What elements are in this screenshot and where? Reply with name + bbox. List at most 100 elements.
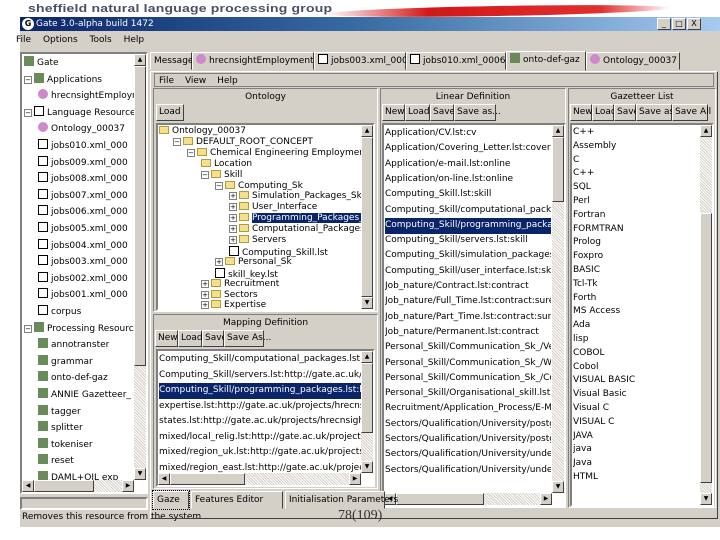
scroll-up-arrow[interactable]: ▲ <box>700 125 712 137</box>
gazetteer-list-item[interactable]: Fortran <box>573 209 699 223</box>
gazetteer-new-button[interactable]: New <box>570 104 593 121</box>
gazetteer-list-item[interactable]: java <box>573 443 699 457</box>
scroll-right-arrow[interactable]: ▶ <box>349 473 361 485</box>
minimize-button[interactable]: _ <box>657 18 671 30</box>
gazetteer-list-item[interactable]: Visual Basic <box>573 388 699 402</box>
tree-expander-icon[interactable]: + <box>229 236 237 244</box>
ontology-tree-item[interactable]: + Simulation_Packages_Sk <box>229 191 362 202</box>
menu-file[interactable]: File <box>16 35 31 45</box>
mapping-vscroll[interactable]: ▲ ▼ <box>361 351 373 473</box>
scroll-right-arrow[interactable]: ▶ <box>540 493 552 505</box>
resource-tree-item[interactable]: Ontology_00037 <box>38 122 125 138</box>
resource-tree-hscroll[interactable]: ◀ ▶ <box>22 480 134 492</box>
linear-load-button[interactable]: Load <box>405 104 430 121</box>
gazetteer-list-item[interactable]: Ada <box>573 319 699 333</box>
gazetteer-save-all-button[interactable]: Save All <box>672 104 711 121</box>
resource-tree-item[interactable]: reset <box>38 454 74 470</box>
ontology-tree-item[interactable]: + User_Interface <box>229 202 317 213</box>
gazetteer-list-item[interactable]: Visual C <box>573 402 699 416</box>
resource-tree-item[interactable]: jobs007.xml_000 <box>38 188 128 205</box>
ontology-tree-item[interactable]: + Programming_Packages_Sk <box>229 213 373 224</box>
scroll-right-arrow[interactable]: ▶ <box>122 480 134 492</box>
mapping-save-as-button[interactable]: Save As... <box>224 330 271 347</box>
gazetteer-list-item[interactable]: Prolog <box>573 236 699 250</box>
resource-tree-item[interactable]: splitter <box>38 421 83 437</box>
resource-tree-vscroll[interactable]: ▲ ▼ <box>134 54 146 480</box>
resource-tree-item[interactable]: jobs006.xml_000 <box>38 205 128 221</box>
resource-tree-item[interactable]: tagger <box>38 404 81 421</box>
linear-list-item[interactable]: Application/e-mail.lst:online <box>385 157 551 173</box>
gazetteer-list-item[interactable]: C <box>573 154 699 168</box>
tree-expander-icon[interactable]: + <box>229 192 237 201</box>
ontology-tree-item[interactable]: − DEFAULT_ROOT_CONCEPT <box>173 136 313 148</box>
tree-expander-icon[interactable]: − <box>215 181 223 190</box>
scroll-down-arrow[interactable]: ▼ <box>700 493 712 505</box>
scroll-down-arrow[interactable]: ▼ <box>361 461 373 473</box>
tree-expander-icon[interactable]: − <box>173 137 181 146</box>
tab-resource[interactable]: jobs010.xml_00063 <box>406 52 511 70</box>
tree-expander-icon[interactable]: + <box>201 279 209 288</box>
scroll-thumb[interactable] <box>361 137 373 297</box>
scroll-left-arrow[interactable]: ◀ <box>22 480 34 492</box>
tab-resource[interactable]: onto-def-gaz <box>506 51 586 71</box>
scroll-down-arrow[interactable]: ▼ <box>361 297 373 309</box>
ontology-tree-item[interactable]: + Personal_Sk <box>215 256 292 268</box>
gazetteer-list-item[interactable]: Tcl-Tk <box>573 278 699 292</box>
gazetteer-save-button[interactable]: Save <box>614 104 639 121</box>
resource-tree-item[interactable]: corpus <box>38 305 81 321</box>
gazetteer-list-item[interactable]: MS Access <box>573 305 699 319</box>
linear-list-item[interactable]: Personal_Skill/Communication_Sk_/Written… <box>385 356 551 372</box>
linear-list-item[interactable]: Application/CV.lst:cv <box>385 126 551 142</box>
mapping-save-button[interactable]: Save <box>202 330 227 347</box>
gazetteer-list-item[interactable]: C++ <box>573 167 699 181</box>
bottom-tab[interactable]: Features Editor <box>191 491 283 509</box>
linear-save-as-button[interactable]: Save as... <box>454 104 501 121</box>
mapping-list-item[interactable]: Computing_Skill/programming_packages.lst… <box>159 383 361 399</box>
linear-list-item[interactable]: Personal_Skill/Communication_Sk_/Verbal. <box>385 340 551 356</box>
tree-expander-icon[interactable]: + <box>215 257 223 266</box>
mapping-list-item[interactable]: states.lst:http://gate.ac.uk/projects/hr… <box>159 414 361 430</box>
scroll-down-arrow[interactable]: ▼ <box>552 481 564 493</box>
scroll-thumb[interactable] <box>361 363 373 433</box>
maximize-button[interactable]: □ <box>672 18 686 30</box>
ontology-tree-item[interactable]: Ontology_00037 <box>159 126 246 137</box>
resource-tree-item[interactable]: jobs010.xml_000 <box>38 139 128 155</box>
ontology-tree-item[interactable]: Location <box>201 158 252 170</box>
tree-expander-icon[interactable]: − <box>201 170 209 179</box>
resource-tree-item[interactable]: jobs008.xml_000 <box>38 172 128 188</box>
linear-new-button[interactable]: New <box>382 104 405 121</box>
gazetteer-list-item[interactable]: Assembly <box>573 140 699 154</box>
tree-expander-icon[interactable]: − <box>24 324 32 333</box>
gazetteer-list-item[interactable]: HTML <box>573 471 699 485</box>
tree-expander-icon[interactable]: − <box>187 148 195 157</box>
mapping-new-button[interactable]: New <box>155 330 178 347</box>
ontology-tree-item[interactable]: + Sectors <box>201 289 258 301</box>
mapping-list-item[interactable]: Computing_Skill/servers.lst:http://gate.… <box>159 368 361 384</box>
linear-list-item[interactable]: Computing_Skill/programming_packages.lst <box>385 217 551 234</box>
resource-tree-item[interactable]: grammar <box>38 354 93 371</box>
resource-tree-item[interactable]: − Applications <box>24 72 102 89</box>
close-button[interactable]: X <box>687 18 701 30</box>
resource-tree-item[interactable]: jobs009.xml_000 <box>38 155 128 172</box>
resource-tree-item[interactable]: ANNIE Gazetteer_ <box>38 388 131 404</box>
gazetteer-list-item[interactable]: FORMTRAN <box>573 223 699 237</box>
gazetteer-list-item[interactable]: lisp <box>573 333 699 347</box>
resource-tree-item[interactable]: jobs005.xml_000 <box>38 222 128 238</box>
ontology-tree-item[interactable]: + Expertise <box>201 300 266 309</box>
resource-tree-item[interactable]: annotranster <box>38 338 109 354</box>
scroll-thumb[interactable] <box>134 66 146 366</box>
ontology-load-button[interactable]: Load <box>156 104 184 121</box>
linear-list-item[interactable]: Personal_Skill/Organisational_skill.lst:… <box>385 386 551 402</box>
resource-tree-item[interactable]: jobs003.xml_000 <box>38 255 128 271</box>
resource-tree-item[interactable]: tokeniser <box>38 437 93 454</box>
linear-list-item[interactable]: Computing_Skill.lst:skill <box>385 187 551 203</box>
inner-menu-help[interactable]: Help <box>217 76 238 86</box>
ontology-tree-item[interactable]: skill_key.lst <box>215 267 278 279</box>
gazetteer-list-item[interactable]: VISUAL C <box>573 416 699 430</box>
scroll-thumb[interactable] <box>396 493 484 505</box>
ontology-tree-item[interactable]: + Servers <box>229 235 286 246</box>
ontology-tree-item[interactable]: Computing_Skill.lst <box>229 245 328 257</box>
linear-list-item[interactable]: Application/on-line.lst:online <box>385 172 551 188</box>
ontology-tree-item[interactable]: + Computational_Packages_Sk <box>229 224 373 235</box>
tree-expander-icon[interactable]: + <box>229 225 237 234</box>
